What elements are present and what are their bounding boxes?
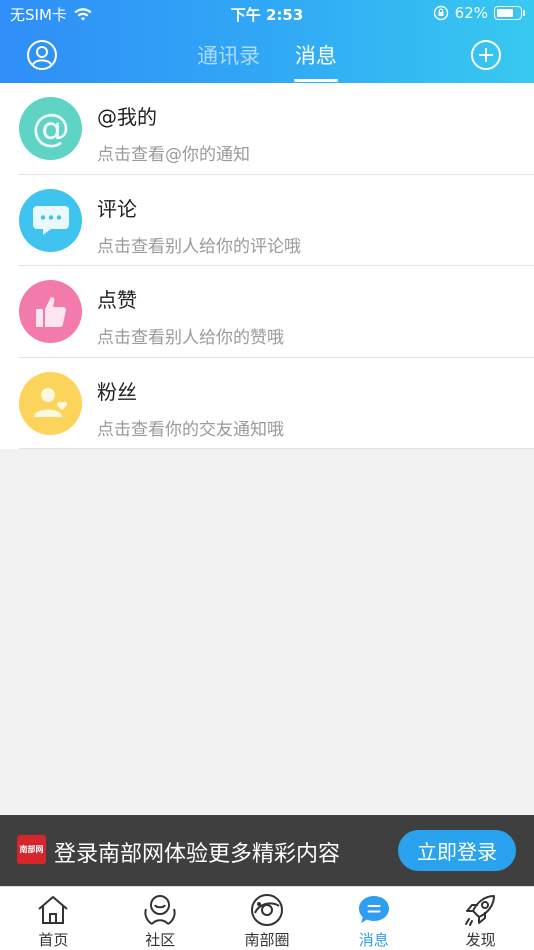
list-item-likes[interactable]: 点赞 点击查看别人给你的赞哦: [0, 266, 534, 358]
banner-text: 登录南部网体验更多精彩内容: [54, 842, 341, 867]
comment-icon: [19, 188, 82, 252]
add-icon[interactable]: [470, 39, 502, 71]
battery-percent: 62%: [454, 4, 488, 22]
bottom-tab-bar: 首页 社区 南部圈 消息 发现: [0, 886, 534, 950]
item-subtitle: 点击查看@你的通知: [97, 145, 250, 165]
item-subtitle: 点击查看你的交友通知哦: [97, 419, 284, 440]
navbar: 通讯录 消息: [0, 28, 534, 83]
home-icon: [38, 896, 69, 924]
tab-label: 南部圈: [244, 931, 290, 949]
login-button[interactable]: 立即登录: [398, 830, 516, 871]
circle-icon: [250, 894, 283, 926]
tab-discover[interactable]: 发现: [427, 887, 534, 950]
battery-icon: [494, 6, 525, 20]
tab-label: 社区: [145, 931, 176, 949]
item-title: @我的: [97, 105, 157, 129]
item-subtitle: 点击查看别人给你的赞哦: [97, 328, 284, 348]
item-title: 点赞: [97, 288, 137, 312]
item-title: 评论: [97, 196, 137, 221]
list-item-comments[interactable]: 评论 点击查看别人给你的评论哦: [0, 175, 534, 266]
brand-logo: 南部网: [17, 835, 46, 864]
message-icon: [358, 896, 389, 923]
login-banner: 南部网 登录南部网体验更多精彩内容 立即登录: [0, 815, 534, 886]
list-item-fans[interactable]: 粉丝 点击查看你的交友通知哦: [0, 358, 534, 449]
tab-messages[interactable]: 消息: [295, 40, 337, 70]
list-item-at-me[interactable]: @ @我的 点击查看@你的通知: [0, 83, 534, 175]
at-icon: @: [19, 97, 82, 161]
header: 无SIM卡 下午 2:53 62% 通讯录 消息: [0, 0, 534, 83]
message-list: @ @我的 点击查看@你的通知 评论 点击查看别人给你的评论哦 点赞 点击查看别…: [0, 83, 534, 449]
tab-circle[interactable]: 南部圈: [214, 887, 321, 950]
tab-label: 消息: [358, 931, 389, 949]
divider: [19, 448, 534, 449]
fans-icon: [19, 371, 82, 435]
status-bar: 无SIM卡 下午 2:53 62%: [0, 0, 534, 28]
rotation-lock-icon: [433, 5, 448, 21]
tab-contacts[interactable]: 通讯录: [197, 40, 260, 70]
item-title: 粉丝: [97, 379, 137, 404]
item-subtitle: 点击查看别人给你的评论哦: [97, 236, 301, 257]
tab-home[interactable]: 首页: [0, 887, 107, 950]
top-tabs: 通讯录 消息: [0, 40, 534, 70]
rocket-icon: [464, 895, 495, 926]
tab-label: 发现: [465, 931, 496, 949]
tab-messages-bottom[interactable]: 消息: [320, 887, 427, 950]
community-icon: [144, 895, 176, 925]
tab-label: 首页: [38, 931, 69, 949]
svg-text:@: @: [32, 107, 70, 150]
thumbs-up-icon: [19, 280, 82, 344]
tab-community[interactable]: 社区: [107, 887, 214, 950]
